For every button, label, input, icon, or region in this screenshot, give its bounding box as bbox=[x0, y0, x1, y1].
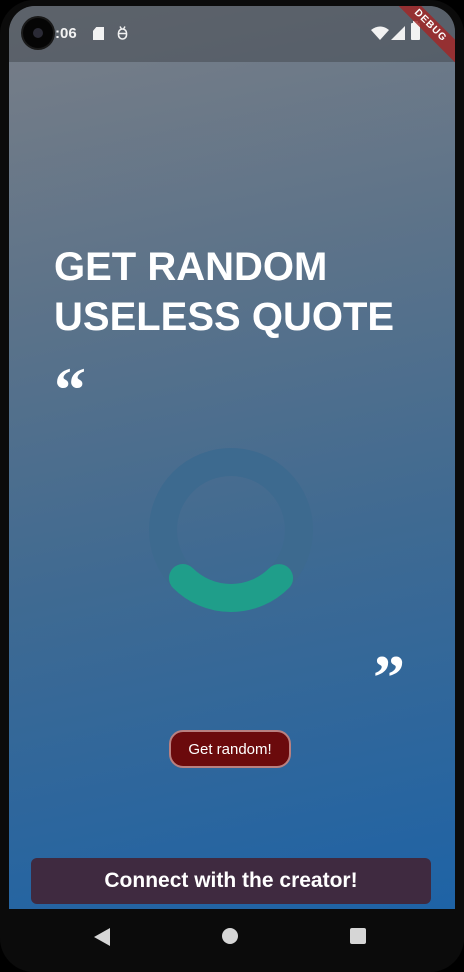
connect-with-creator-button[interactable]: Connect with the creator! bbox=[31, 858, 431, 904]
bug-icon bbox=[117, 26, 128, 40]
recents-icon[interactable] bbox=[350, 928, 366, 944]
status-time: :06 bbox=[55, 25, 77, 42]
home-icon[interactable] bbox=[222, 928, 238, 944]
page-title-line2: USELESS QUOTE bbox=[54, 295, 395, 339]
page-title-line1: GET RANDOM bbox=[54, 245, 328, 289]
wifi-icon bbox=[371, 26, 389, 40]
open-quote-icon: “ bbox=[54, 354, 86, 425]
back-icon[interactable] bbox=[94, 928, 110, 946]
close-quote-icon: ” bbox=[373, 642, 405, 713]
device-frame: :06 DEBUG GET RANDOM USELESS QUOTE “ ” G… bbox=[0, 0, 464, 972]
get-random-button[interactable]: Get random! bbox=[169, 730, 291, 768]
app-screen: :06 DEBUG GET RANDOM USELESS QUOTE “ ” G… bbox=[9, 6, 455, 909]
sd-card-icon bbox=[93, 27, 104, 40]
loading-spinner bbox=[149, 448, 313, 612]
navigation-bar bbox=[0, 909, 464, 972]
page-title: GET RANDOM USELESS QUOTE bbox=[54, 242, 434, 342]
camera-icon bbox=[23, 18, 53, 48]
status-bar: :06 DEBUG bbox=[9, 6, 455, 71]
signal-icon bbox=[391, 26, 405, 40]
